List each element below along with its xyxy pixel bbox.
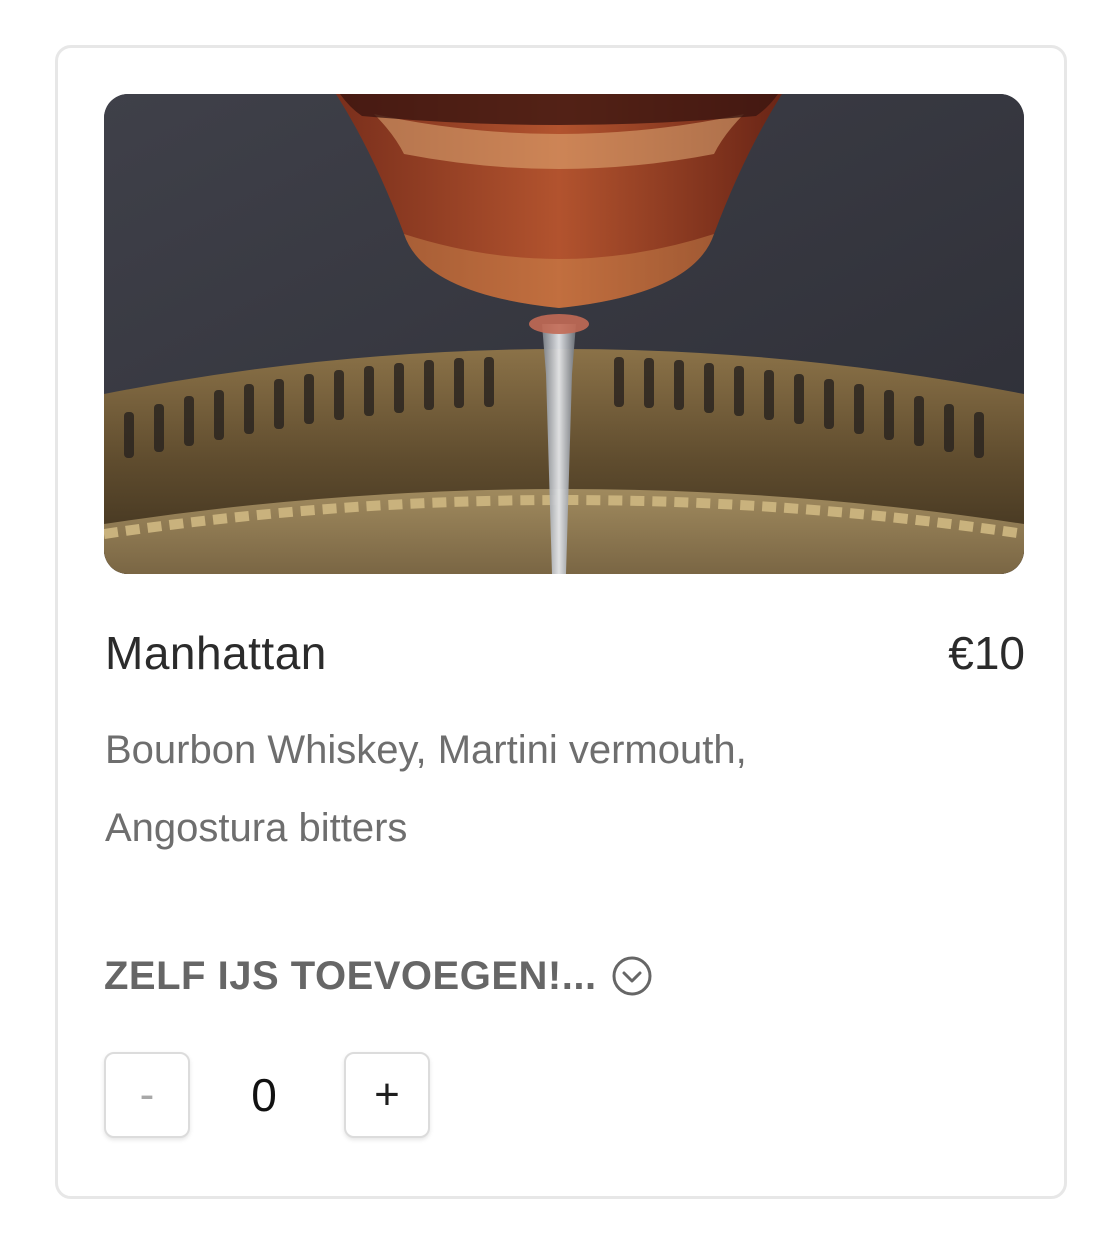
product-price: €10 [948, 627, 1025, 679]
increment-button[interactable]: + [344, 1052, 430, 1138]
product-card: Manhattan €10 Bourbon Whiskey, Martini v… [55, 45, 1067, 1199]
title-row: Manhattan €10 [105, 626, 1025, 690]
product-image [104, 94, 1024, 574]
options-label: ZELF IJS TOEVOEGEN!... [104, 953, 597, 998]
quantity-value: 0 [251, 1069, 277, 1121]
chevron-down-circle-icon [611, 955, 653, 997]
product-description: Bourbon Whiskey, Martini vermouth, Angos… [105, 728, 747, 850]
product-name: Manhattan [105, 627, 327, 679]
decrement-button[interactable]: - [104, 1052, 190, 1138]
options-toggle[interactable]: ZELF IJS TOEVOEGEN!... [104, 950, 653, 1002]
